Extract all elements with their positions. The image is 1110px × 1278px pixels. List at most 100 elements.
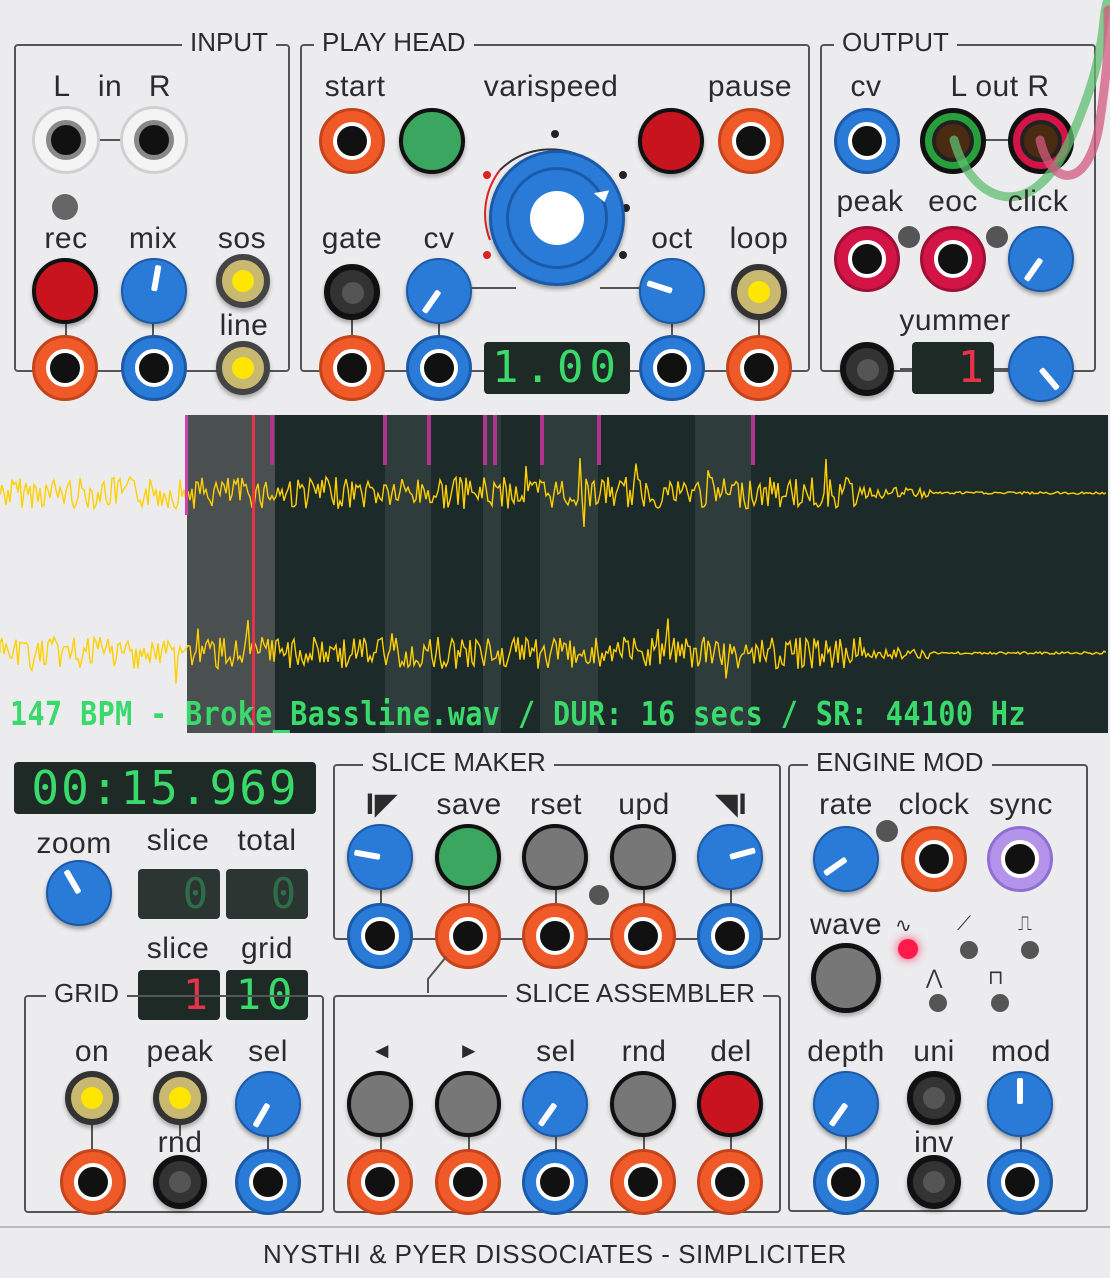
loop-toggle[interactable] xyxy=(731,264,787,320)
start-button[interactable] xyxy=(399,108,465,174)
slice-display: 0 xyxy=(138,869,220,919)
rec-jack[interactable] xyxy=(32,335,98,401)
click-knob[interactable] xyxy=(1008,226,1074,292)
yummer-knob[interactable] xyxy=(1008,336,1074,402)
depth-jack[interactable] xyxy=(813,1149,879,1215)
slice-marker xyxy=(597,415,601,465)
grid-on-toggle[interactable] xyxy=(65,1071,119,1125)
uni-button[interactable] xyxy=(907,1071,961,1125)
clock-label: clock xyxy=(898,788,970,821)
wave-led-sine xyxy=(898,939,918,959)
output-cv-jack[interactable] xyxy=(834,108,900,174)
input-led xyxy=(52,194,78,220)
assembler-rnd-button[interactable] xyxy=(610,1071,676,1137)
upd-button[interactable] xyxy=(610,824,676,890)
oct-knob[interactable] xyxy=(639,258,705,324)
oct-label: oct xyxy=(651,222,693,255)
inv-button[interactable] xyxy=(907,1155,961,1209)
patch-cables xyxy=(949,0,1110,202)
slice-maker-led xyxy=(589,885,609,905)
yummer-button[interactable] xyxy=(840,342,894,396)
slice2-label: slice xyxy=(146,932,210,965)
slice-marker xyxy=(270,415,274,465)
gate-jack[interactable] xyxy=(319,335,385,401)
peak-jack[interactable] xyxy=(834,226,900,292)
mix-jack[interactable] xyxy=(121,335,187,401)
gate-button[interactable] xyxy=(324,264,380,320)
sos-toggle[interactable] xyxy=(216,254,270,308)
line-toggle[interactable] xyxy=(216,341,270,395)
mod-knob[interactable] xyxy=(987,1071,1053,1137)
grid-on-jack[interactable] xyxy=(60,1149,126,1215)
sine-wave-icon: ∿ xyxy=(895,915,912,937)
grid-on-label: on xyxy=(74,1035,110,1068)
mix-knob[interactable] xyxy=(121,258,187,324)
slice-marker xyxy=(540,415,544,465)
module-footer: NYSTHI & PYER DISSOCIATES - SIMPLICITER xyxy=(0,1226,1110,1278)
total-display: 0 xyxy=(226,869,308,919)
start-jack[interactable] xyxy=(319,108,385,174)
wave-led-square xyxy=(991,994,1009,1012)
rate-led xyxy=(876,820,898,842)
input-title: INPUT xyxy=(182,29,276,55)
pause-jack[interactable] xyxy=(718,108,784,174)
sync-jack[interactable] xyxy=(987,826,1053,892)
slice-marker xyxy=(493,415,497,465)
eoc-led xyxy=(986,226,1008,248)
yummer-display: 1 xyxy=(912,342,994,394)
assembler-sel-knob[interactable] xyxy=(522,1071,588,1137)
grid-sel-jack[interactable] xyxy=(235,1149,301,1215)
slice-end-jack[interactable] xyxy=(697,903,763,969)
grid-rnd-button[interactable] xyxy=(153,1155,207,1209)
assembler-rnd-jack[interactable] xyxy=(610,1149,676,1215)
prev-jack[interactable] xyxy=(347,1149,413,1215)
gate-label: gate xyxy=(321,222,383,255)
input-l-jack[interactable] xyxy=(32,106,100,174)
slice-start-jack[interactable] xyxy=(347,903,413,969)
depth-knob[interactable] xyxy=(813,1071,879,1137)
playhead-cv-jack[interactable] xyxy=(406,335,472,401)
mod-jack[interactable] xyxy=(987,1149,1053,1215)
oct-jack[interactable] xyxy=(639,335,705,401)
waveform-info: 147 BPM - Broke_Bassline.wav / DUR: 16 s… xyxy=(10,694,1026,733)
assembler-sel-jack[interactable] xyxy=(522,1149,588,1215)
waveform-svg xyxy=(0,415,1107,684)
del-jack[interactable] xyxy=(697,1149,763,1215)
rate-knob[interactable] xyxy=(813,826,879,892)
input-r-jack[interactable] xyxy=(120,106,188,174)
grid-peak-toggle[interactable] xyxy=(153,1071,207,1125)
slice-start-knob[interactable] xyxy=(347,824,413,890)
clock-jack[interactable] xyxy=(901,826,967,892)
slice-maker-title: SLICE MAKER xyxy=(363,749,554,775)
rset-button[interactable] xyxy=(522,824,588,890)
start-label: start xyxy=(324,70,386,103)
varispeed-knob[interactable] xyxy=(489,150,625,286)
pause-button[interactable] xyxy=(638,108,704,174)
varispeed-label: varispeed xyxy=(483,70,619,103)
rec-button[interactable] xyxy=(32,258,98,324)
start-marker xyxy=(185,415,188,515)
input-in-label: in xyxy=(97,70,123,103)
del-label: del xyxy=(710,1035,752,1068)
slice-end-knob[interactable] xyxy=(697,824,763,890)
rate-label: rate xyxy=(819,788,873,821)
output-cv-label: cv xyxy=(850,70,882,103)
wave-button[interactable] xyxy=(811,943,881,1013)
zoom-knob[interactable] xyxy=(46,860,112,926)
rset-jack[interactable] xyxy=(522,903,588,969)
del-button[interactable] xyxy=(697,1071,763,1137)
mix-label: mix xyxy=(128,222,178,255)
wave-led-saw xyxy=(960,941,978,959)
random-wave-icon: ⎍ xyxy=(1018,913,1032,935)
loop-jack[interactable] xyxy=(726,335,792,401)
prev-button[interactable] xyxy=(347,1071,413,1137)
assembler-sel-label: sel xyxy=(536,1035,576,1068)
save-button[interactable] xyxy=(435,824,501,890)
upd-jack[interactable] xyxy=(610,903,676,969)
playhead-cv-knob[interactable] xyxy=(406,258,472,324)
next-button[interactable] xyxy=(435,1071,501,1137)
eoc-jack[interactable] xyxy=(920,226,986,292)
next-jack[interactable] xyxy=(435,1149,501,1215)
grid-sel-knob[interactable] xyxy=(235,1071,301,1137)
click-label: click xyxy=(1007,185,1069,218)
